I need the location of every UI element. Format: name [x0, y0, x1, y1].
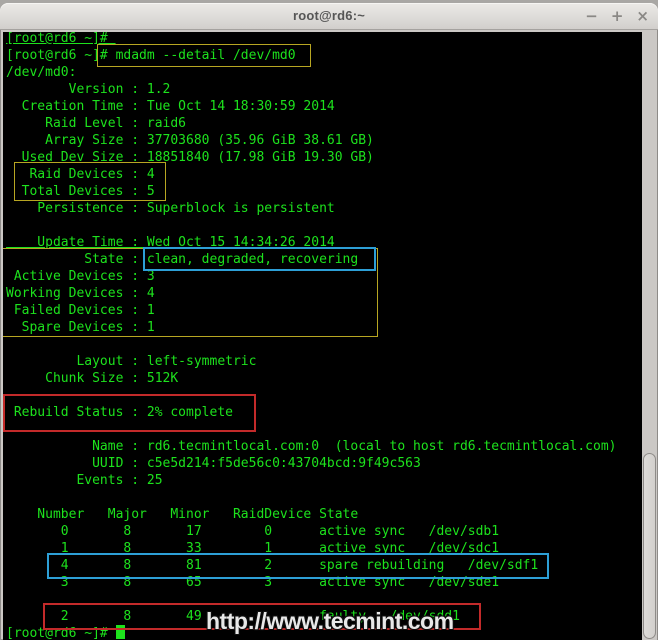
terminal-line	[6, 489, 642, 506]
title-bar[interactable]: root@rd6:~ − + ×	[0, 3, 658, 30]
terminal-line: Spare Devices : 1	[6, 319, 642, 336]
terminal-table-header: Number Major Minor RaidDevice State	[6, 506, 642, 523]
terminal-screen[interactable]: [root@rd6 ~]# [root@rd6 ~]# mdadm --deta…	[3, 32, 642, 640]
terminal-line-command: [root@rd6 ~]# mdadm --detail /dev/md0	[6, 47, 642, 64]
prompt-text: [root@rd6 ~]#	[6, 626, 116, 640]
terminal-line	[6, 336, 642, 353]
terminal-cursor	[116, 625, 125, 639]
terminal-line: Raid Devices : 4	[6, 166, 642, 183]
terminal-line: Update Time : Wed Oct 15 14:34:26 2014	[6, 234, 642, 251]
terminal-line	[6, 217, 642, 234]
terminal-line: Active Devices : 3	[6, 268, 642, 285]
terminal-line: Raid Level : raid6	[6, 115, 642, 132]
terminal-line: UUID : c5e5d214:f5de56c0:43704bcd:9f49c5…	[6, 455, 642, 472]
terminal-line: Persistence : Superblock is persistent	[6, 200, 642, 217]
terminal-line: Version : 1.2	[6, 81, 642, 98]
scrollbar-thumb[interactable]	[643, 453, 656, 639]
terminal-line: Array Size : 37703680 (35.96 GiB 38.61 G…	[6, 132, 642, 149]
tecmint-watermark: http://www.tecmint.com	[206, 608, 454, 635]
terminal-line	[6, 421, 642, 438]
terminal-line: [root@rd6 ~]#	[6, 32, 642, 47]
terminal-line: Rebuild Status : 2% complete	[6, 404, 642, 421]
terminal-line: Working Devices : 4	[6, 285, 642, 302]
terminal-line	[6, 387, 642, 404]
terminal-line: Events : 25	[6, 472, 642, 489]
minimize-icon[interactable]: −	[585, 9, 598, 24]
terminal-line: State : clean, degraded, recovering	[6, 251, 642, 268]
terminal-line: /dev/md0:	[6, 64, 642, 81]
terminal-table-row: 4 8 81 2 spare rebuilding /dev/sdf1	[6, 557, 642, 574]
terminal-line: Total Devices : 5	[6, 183, 642, 200]
terminal-line: Name : rd6.tecmintlocal.com:0 (local to …	[6, 438, 642, 455]
terminal-line: Layout : left-symmetric	[6, 353, 642, 370]
terminal-line	[6, 591, 642, 608]
terminal-line: Used Dev Size : 18851840 (17.98 GiB 19.3…	[6, 149, 642, 166]
scrollbar-track[interactable]	[642, 32, 657, 640]
terminal-output: [root@rd6 ~]# [root@rd6 ~]# mdadm --deta…	[6, 32, 642, 640]
terminal-window: root@rd6:~ − + × [root@rd6 ~]# [root@rd6…	[0, 3, 658, 640]
terminal-table-row: 3 8 65 3 active sync /dev/sde1	[6, 574, 642, 591]
window-controls: − + ×	[585, 3, 649, 29]
maximize-icon[interactable]: +	[611, 9, 624, 24]
terminal-table-row: 1 8 33 1 active sync /dev/sdc1	[6, 540, 642, 557]
close-icon[interactable]: ×	[636, 9, 649, 24]
terminal-line: Chunk Size : 512K	[6, 370, 642, 387]
terminal-line: Creation Time : Tue Oct 14 18:30:59 2014	[6, 98, 642, 115]
terminal-line: Failed Devices : 1	[6, 302, 642, 319]
terminal-table-row: 0 8 17 0 active sync /dev/sdb1	[6, 523, 642, 540]
window-title: root@rd6:~	[0, 3, 658, 29]
